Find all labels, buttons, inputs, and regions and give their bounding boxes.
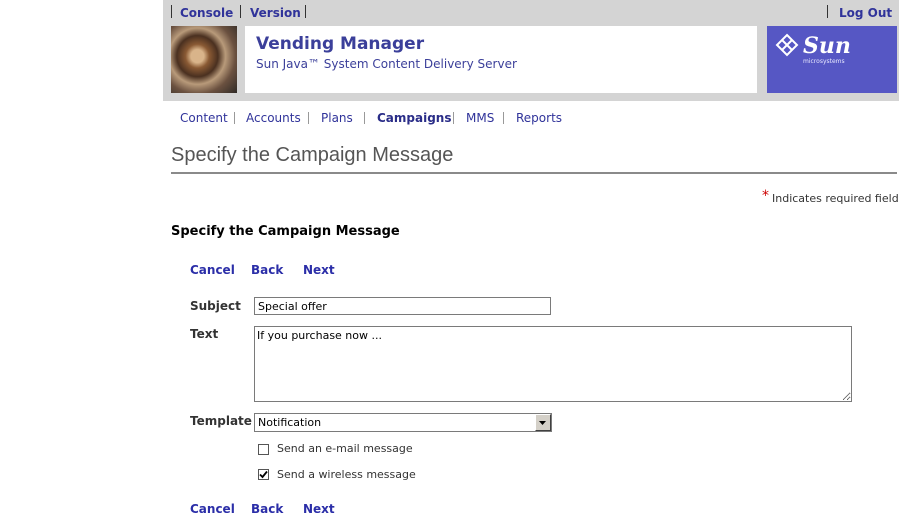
separator	[453, 112, 454, 124]
banner-photo	[171, 26, 237, 93]
page-title: Specify the Campaign Message	[171, 144, 454, 166]
cancel-button[interactable]: Cancel	[190, 263, 235, 277]
required-note: Indicates required field	[772, 192, 899, 205]
next-button[interactable]: Next	[303, 263, 335, 277]
separator	[305, 5, 306, 18]
app-subtitle: Sun Java™ System Content Delivery Server	[256, 57, 517, 71]
required-star: *	[762, 188, 769, 204]
text-label: Text	[190, 327, 219, 341]
message-textarea[interactable]: If you purchase now ...	[254, 326, 852, 402]
title-divider	[171, 172, 897, 174]
nav-campaigns[interactable]: Campaigns	[377, 111, 451, 125]
template-dropdown-button[interactable]	[535, 414, 551, 431]
separator	[234, 112, 235, 124]
template-selected-value: Notification	[258, 416, 322, 429]
version-link[interactable]: Version	[250, 6, 301, 20]
nav-content[interactable]: Content	[180, 111, 228, 125]
subject-label: Subject	[190, 299, 241, 313]
separator	[171, 5, 172, 18]
nav-mms[interactable]: MMS	[466, 111, 494, 125]
separator	[364, 112, 365, 124]
email-checkbox[interactable]	[258, 444, 269, 455]
nav-plans[interactable]: Plans	[321, 111, 353, 125]
back-button[interactable]: Back	[251, 263, 283, 277]
separator	[503, 112, 504, 124]
separator	[308, 112, 309, 124]
separator	[240, 5, 241, 18]
logout-link[interactable]: Log Out	[839, 6, 892, 20]
section-title: Specify the Campaign Message	[171, 224, 400, 239]
wireless-checkbox[interactable]	[258, 469, 269, 480]
nav-reports[interactable]: Reports	[516, 111, 562, 125]
console-link[interactable]: Console	[180, 6, 233, 20]
cancel-button[interactable]: Cancel	[190, 502, 235, 516]
nav-accounts[interactable]: Accounts	[246, 111, 301, 125]
email-checkbox-label: Send an e-mail message	[277, 442, 413, 455]
checkmark-icon	[259, 470, 268, 479]
sun-logo-text: Sun	[803, 33, 851, 59]
app-title: Vending Manager	[256, 34, 425, 54]
wireless-checkbox-label: Send a wireless message	[277, 468, 416, 481]
sun-logo-subtext: microsystems	[803, 58, 845, 65]
sun-logo-icon	[775, 33, 799, 57]
next-button[interactable]: Next	[303, 502, 335, 516]
template-label: Template	[190, 414, 252, 428]
separator	[827, 5, 828, 18]
back-button[interactable]: Back	[251, 502, 283, 516]
subject-input[interactable]	[254, 297, 551, 315]
chevron-down-icon	[539, 421, 546, 425]
